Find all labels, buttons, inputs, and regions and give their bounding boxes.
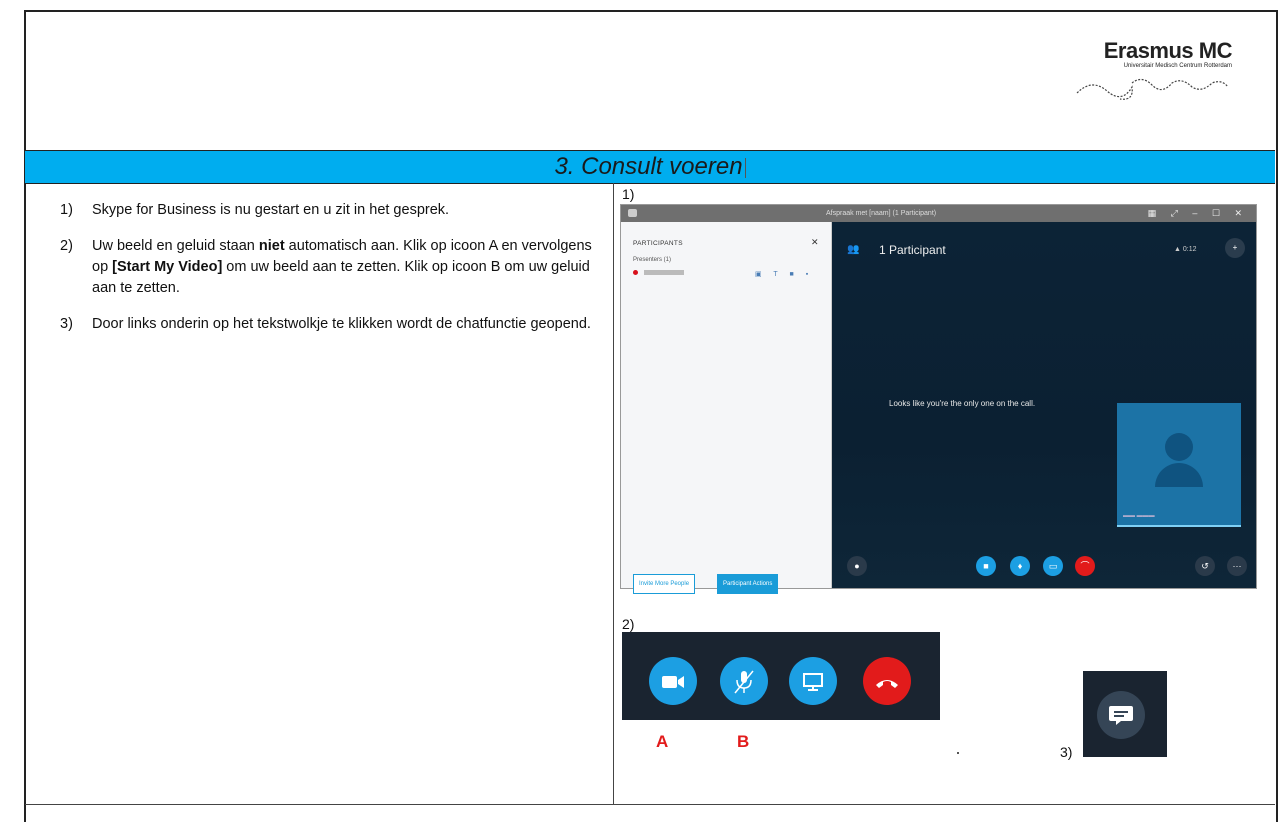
presenters-label: Presenters (1) — [633, 257, 672, 263]
status-dot-icon — [633, 270, 638, 275]
hang-up-icon[interactable] — [863, 657, 911, 705]
table-bottom-border — [25, 804, 1275, 805]
erasmus-mc-logo: Erasmus MC Universitair Medisch Centrum … — [1072, 38, 1233, 108]
step-number: 2) — [60, 238, 73, 254]
step-number: 1) — [60, 202, 73, 218]
participant-actions-button[interactable]: Participant Actions — [717, 574, 779, 594]
stray-dot — [957, 752, 959, 754]
invite-more-people-button[interactable]: Invite More People — [633, 574, 696, 594]
screen-share-icon[interactable]: ▭ — [1043, 556, 1063, 576]
add-person-icon[interactable]: + — [1225, 238, 1245, 258]
figure-label-2: 2) — [622, 616, 635, 632]
participants-header: PARTICIPANTS — [633, 240, 683, 247]
skype-title-bar: Afspraak met [naam] (1 Participant) ▦ ⤢ … — [621, 205, 1256, 222]
avatar-head — [1165, 433, 1193, 461]
close-icon[interactable]: ✕ — [811, 237, 819, 248]
skype-window-title: Afspraak met [naam] (1 Participant) — [826, 210, 937, 217]
participant-row[interactable]: ▣ T ■ ▪ — [633, 270, 818, 280]
call-time: 0:12 — [1182, 246, 1197, 253]
participants-panel: PARTICIPANTS ✕ Presenters (1) ▣ T ■ ▪ In… — [621, 222, 832, 594]
chat-button-enlarged — [1083, 671, 1167, 757]
section-title-bar: 3. Consult voeren — [25, 150, 1275, 184]
participants-icon: 👥 — [847, 244, 860, 255]
call-timer: ▲ 0:12 — [1174, 246, 1197, 253]
column-divider — [613, 183, 614, 805]
self-view-video: ▬▬ ▬▬▬ — [1117, 403, 1241, 527]
video-icon[interactable] — [649, 657, 697, 705]
figure-label-3: 3) — [1060, 744, 1073, 760]
section-title: 3. Consult voeren — [554, 153, 743, 180]
icon-label-a: A — [656, 732, 669, 751]
step-text: Skype for Business is nu gestart en u zi… — [92, 202, 450, 218]
step-1: 1) Skype for Business is nu gestart en u… — [60, 200, 605, 221]
mic-muted-icon[interactable] — [720, 657, 768, 705]
participant-media-icons: ▣ T ■ ▪ — [755, 271, 814, 278]
step-text-bold: niet — [258, 238, 285, 254]
logo-signature-icon — [1076, 78, 1229, 100]
step-3: 3) Door links onderin op het tekstwolkje… — [60, 314, 605, 335]
icon-label-b: B — [737, 732, 750, 751]
logo-title: Erasmus MC — [1103, 38, 1233, 63]
call-stage: 👥 1 Participant ▲ 0:12 + Looks like you'… — [832, 222, 1256, 588]
more-icon[interactable]: ··· — [1227, 556, 1247, 576]
step-text: Uw beeld en geluid staan niet automatisc… — [92, 236, 605, 299]
hang-up-icon[interactable]: ⌒ — [1075, 556, 1095, 576]
text-cursor — [744, 157, 746, 178]
video-icon[interactable]: ■ — [976, 556, 996, 576]
mic-icon[interactable]: ♦ — [1010, 556, 1030, 576]
alone-message: Looks like you're the only one on the ca… — [889, 399, 1036, 408]
skype-chat-icon — [628, 209, 637, 217]
step-text-bold: [Start My Video] — [112, 259, 223, 275]
logo-subtitle: Universitair Medisch Centrum Rotterdam — [1123, 63, 1232, 69]
call-controls-enlarged — [622, 632, 940, 720]
skype-window-screenshot: Afspraak met [naam] (1 Participant) ▦ ⤢ … — [620, 204, 1257, 594]
step-number: 3) — [60, 316, 73, 332]
self-name-blurred: ▬▬ ▬▬▬ — [1123, 513, 1155, 519]
participant-name-blurred — [643, 270, 684, 275]
step-text: Door links onderin op het tekstwolkje te… — [92, 316, 591, 332]
instruction-steps: 1) Skype for Business is nu gestart en u… — [60, 200, 605, 350]
chat-icon[interactable] — [1097, 691, 1145, 739]
step-2: 2) Uw beeld en geluid staan niet automat… — [60, 236, 605, 299]
step-text-part: Uw beeld en geluid staan — [92, 238, 259, 254]
window-controls-icon: ▦ ⤢ – ☐ ✕ — [1147, 208, 1248, 218]
participant-count: 1 Participant — [879, 243, 946, 257]
avatar-body — [1155, 463, 1203, 487]
device-settings-icon[interactable]: ↺ — [1195, 556, 1215, 576]
figure-label-1: 1) — [622, 186, 635, 202]
screen-share-icon[interactable] — [789, 657, 837, 705]
chat-icon[interactable]: ● — [847, 556, 867, 576]
